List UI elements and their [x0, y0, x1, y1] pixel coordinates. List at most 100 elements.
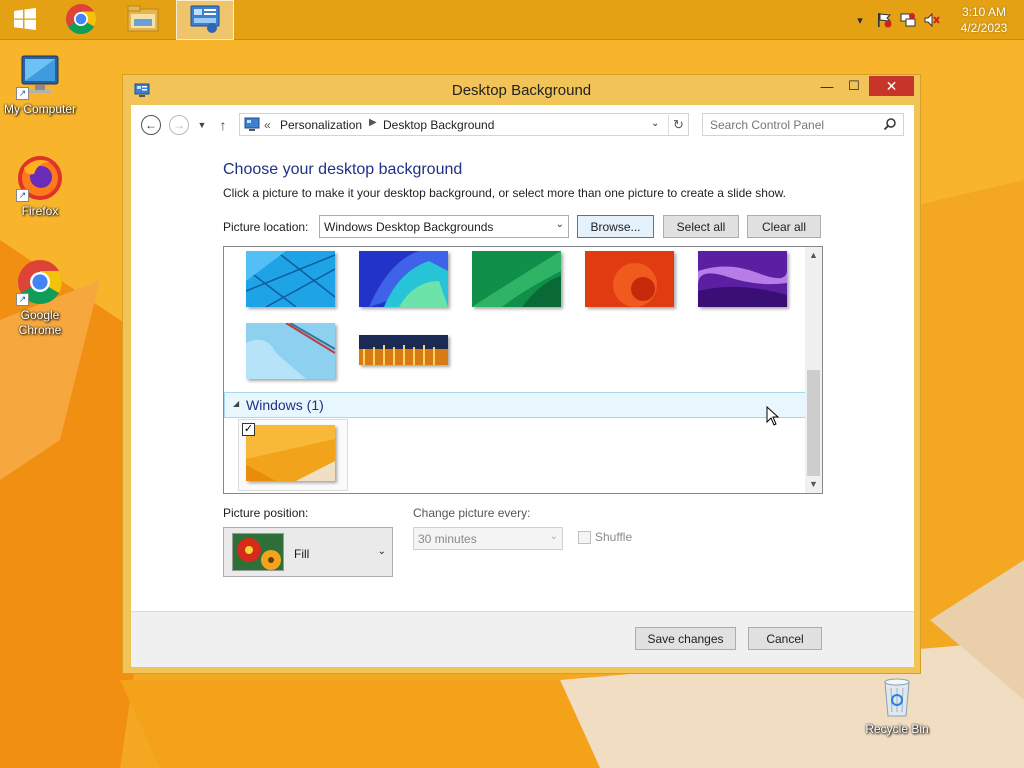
picture-location-dropdown[interactable]: Windows Desktop Backgrounds ⌄ — [319, 215, 569, 238]
chrome-icon — [65, 3, 97, 38]
breadcrumb-personalization[interactable]: Personalization — [280, 118, 362, 132]
picture-location-label: Picture location: — [223, 220, 309, 234]
desktop-icon-label: Recycle Bin — [865, 722, 929, 736]
clock-date: 4/2/2023 — [960, 21, 1008, 35]
save-changes-button[interactable]: Save changes — [635, 627, 736, 650]
wallpaper-thumbnail[interactable] — [698, 251, 787, 307]
scroll-down-button[interactable]: ▼ — [805, 476, 822, 493]
dialog-footer: Save changes Cancel — [131, 611, 914, 667]
chevron-down-icon: ⌄ — [651, 118, 660, 129]
forward-button[interactable]: → — [169, 115, 189, 135]
arrow-left-icon: ← — [145, 118, 157, 132]
desktop-icon-google-chrome[interactable]: ↗ Google Chrome — [0, 258, 80, 338]
search-input[interactable] — [703, 114, 873, 135]
group-header-windows[interactable]: ◢ Windows (1) — [224, 392, 806, 418]
maximize-icon: ☐ — [848, 78, 860, 93]
browse-button[interactable]: Browse... — [577, 215, 654, 238]
scrollbar-thumb[interactable] — [807, 370, 820, 476]
shortcut-arrow-icon: ↗ — [16, 189, 29, 202]
picture-position-value: Fill — [294, 547, 310, 561]
chevron-down-icon: ▼ — [197, 120, 207, 130]
collapse-triangle-icon: ◢ — [233, 399, 240, 408]
search-icon[interactable] — [883, 117, 897, 131]
close-button[interactable]: ✕ — [869, 76, 914, 96]
title-bar[interactable]: Desktop Background — ☐ ✕ — [123, 75, 920, 105]
shuffle-label: Shuffle — [595, 530, 633, 544]
chevron-down-icon: ⌄ — [555, 219, 564, 230]
refresh-icon: ↻ — [673, 117, 684, 132]
cancel-button[interactable]: Cancel — [748, 627, 822, 650]
desktop-icon-recycle-bin[interactable]: Recycle Bin — [857, 672, 937, 737]
wallpaper-thumbnail[interactable] — [246, 323, 335, 379]
folder-icon — [127, 5, 159, 36]
desktop-icon-firefox[interactable]: ↗ Firefox — [0, 154, 80, 219]
wallpaper-thumbnail-windows[interactable] — [246, 425, 335, 481]
arrow-right-icon: → — [173, 118, 185, 132]
address-history-button[interactable]: ⌄ — [651, 118, 659, 129]
chrome-icon: ↗ — [16, 258, 64, 306]
control-panel-icon — [244, 116, 260, 135]
volume-muted-icon[interactable] — [920, 0, 944, 40]
page-title: Choose your desktop background — [223, 161, 463, 178]
system-tray: ▾ 3:10 AM 4/2/2023 — [848, 0, 1024, 40]
wallpaper-thumbnail[interactable] — [585, 251, 674, 307]
minimize-button[interactable]: — — [814, 76, 840, 96]
wallpaper-thumbnail[interactable] — [359, 251, 448, 307]
breadcrumb-overflow[interactable]: « — [264, 118, 271, 132]
group-header-label: Windows (1) — [246, 397, 324, 413]
change-picture-interval-dropdown[interactable]: 30 minutes ⌄ — [413, 527, 563, 550]
page-description: Click a picture to make it your desktop … — [223, 186, 786, 200]
chevron-down-icon: ⌄ — [377, 546, 386, 557]
picture-list-scrollbar[interactable]: ▲ ▼ — [805, 247, 822, 493]
breadcrumb-desktop-background[interactable]: Desktop Background — [383, 118, 494, 132]
search-box[interactable] — [702, 113, 904, 136]
taskbar-chrome-button[interactable] — [52, 0, 110, 40]
wallpaper-thumbnail[interactable] — [246, 251, 335, 307]
desktop-icon-label: Google Chrome — [18, 308, 62, 337]
wallpaper-thumbnail[interactable] — [472, 251, 561, 307]
shuffle-checkbox[interactable]: Shuffle — [578, 530, 632, 544]
position-preview-image — [232, 533, 284, 571]
show-hidden-icons-button[interactable]: ▾ — [848, 0, 872, 40]
refresh-button[interactable]: ↻ — [668, 115, 688, 135]
scroll-up-button[interactable]: ▲ — [805, 247, 822, 264]
desktop-icon-label: Firefox — [21, 204, 59, 218]
clear-all-button[interactable]: Clear all — [747, 215, 821, 238]
picture-list[interactable]: ◢ Windows (1) ✓ ▲ ▼ — [223, 246, 823, 494]
change-picture-value: 30 minutes — [418, 532, 477, 546]
network-icon[interactable] — [896, 0, 920, 40]
select-all-button[interactable]: Select all — [663, 215, 739, 238]
computer-icon: ↗ — [16, 52, 64, 100]
breadcrumb-separator-icon[interactable]: ▶ — [369, 117, 377, 128]
wallpaper-checkbox[interactable]: ✓ — [242, 423, 255, 436]
shortcut-arrow-icon: ↗ — [16, 293, 29, 306]
recycle-bin-icon — [873, 672, 921, 720]
taskbar-control-panel-button[interactable] — [176, 0, 234, 40]
desktop-icon-label: My Computer — [3, 102, 77, 116]
chevron-up-icon: ▲ — [809, 250, 818, 260]
close-icon: ✕ — [885, 77, 898, 94]
wallpaper-thumbnail[interactable] — [359, 335, 448, 365]
address-bar[interactable]: « Personalization ▶ Desktop Background ⌄… — [239, 113, 689, 136]
window-client-area: ← → ▼ ↑ « Personalization ▶ Desktop Back… — [131, 105, 914, 667]
control-panel-icon — [189, 4, 221, 37]
back-button[interactable]: ← — [141, 115, 161, 135]
desktop-background-window: Desktop Background — ☐ ✕ ← → ▼ ↑ « Perso… — [122, 74, 921, 674]
taskbar-file-explorer-button[interactable] — [114, 0, 172, 40]
recent-locations-button[interactable]: ▼ — [195, 115, 209, 135]
taskbar-clock[interactable]: 3:10 AM 4/2/2023 — [944, 4, 1024, 36]
picture-position-label: Picture position: — [223, 506, 309, 520]
start-button[interactable] — [0, 0, 50, 40]
clock-time: 3:10 AM — [961, 5, 1007, 19]
triangle-up-icon: ▾ — [857, 14, 863, 27]
minimize-icon: — — [820, 78, 834, 94]
checkbox-box — [578, 530, 591, 544]
window-title: Desktop Background — [451, 82, 592, 99]
picture-position-dropdown[interactable]: Fill ⌄ — [223, 527, 393, 577]
maximize-button[interactable]: ☐ — [841, 76, 867, 96]
windows-logo-icon — [13, 7, 37, 34]
up-button[interactable]: ↑ — [215, 115, 231, 135]
chevron-down-icon: ⌄ — [549, 531, 558, 542]
desktop-icon-my-computer[interactable]: ↗ My Computer — [0, 52, 80, 117]
action-center-flag-icon[interactable] — [872, 0, 896, 40]
